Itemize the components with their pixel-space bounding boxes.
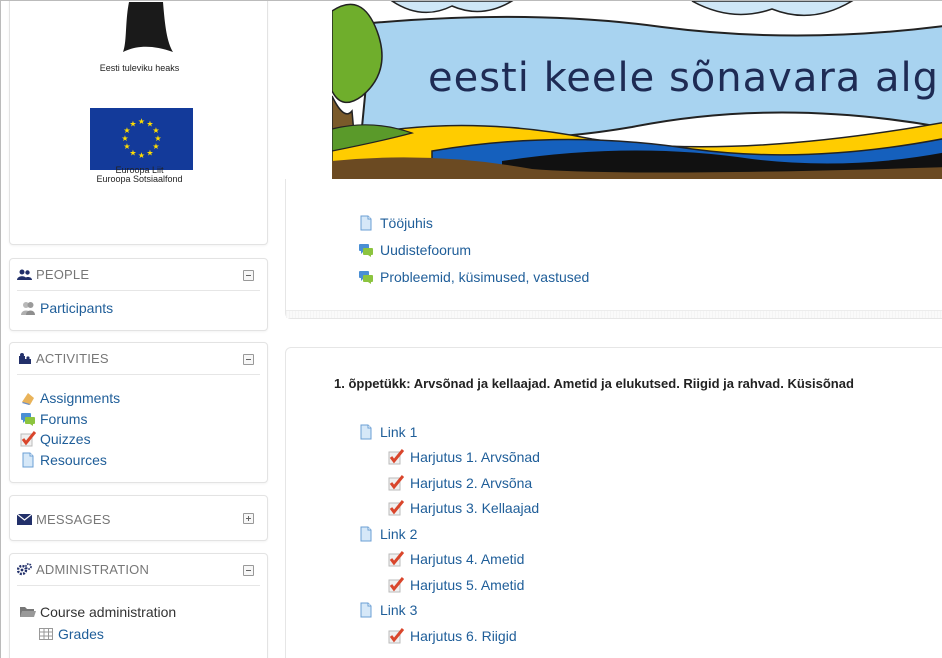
activity-toojuhis[interactable]: Tööjuhis	[358, 209, 589, 236]
svg-text:★: ★	[138, 117, 145, 126]
users-icon	[17, 268, 32, 281]
administration-block-header: ADMINISTRATION	[17, 554, 260, 586]
resource-link[interactable]: Link 2	[358, 521, 540, 547]
svg-text:★: ★	[138, 151, 145, 160]
messages-block: MESSAGES	[9, 495, 268, 541]
svg-text:★: ★	[129, 120, 136, 129]
quiz-icon	[20, 431, 36, 447]
sidebar-item-course-administration[interactable]: Course administration	[20, 600, 259, 624]
estonian-logo	[123, 2, 173, 52]
eu-flag-logo: ★ ★ ★ ★ ★ ★ ★ ★ ★ ★ ★ ★	[90, 108, 193, 170]
sidebar-item-forums[interactable]: Forums	[20, 409, 259, 430]
people-block: PEOPLE Participants	[9, 258, 268, 331]
quiz-link[interactable]: Harjutus 3. Kellaajad	[358, 496, 540, 522]
activity-label: Uudistefoorum	[380, 241, 472, 258]
quiz-icon	[388, 551, 404, 567]
activity-label: Tööjuhis	[380, 214, 433, 231]
sidebar-item-label: Grades	[58, 626, 104, 642]
people-block-header: PEOPLE	[17, 259, 260, 291]
sidebar-item-label: Resources	[40, 451, 107, 468]
sidebar-item-label: Course administration	[40, 604, 177, 620]
activity-label: Link 1	[380, 423, 418, 440]
resource-icon	[358, 215, 374, 231]
sidebar-item-assignments[interactable]: Assignments	[20, 388, 259, 409]
quiz-link[interactable]: Harjutus 2. Arvsõna	[358, 470, 540, 496]
page-frame: Eesti tuleviku heaks ★ ★ ★ ★ ★ ★ ★ ★ ★ ★…	[0, 0, 942, 658]
quiz-icon	[388, 474, 404, 491]
cogs-icon	[17, 563, 32, 576]
forum-icon	[20, 411, 36, 427]
lesson-activity-list: Link 1 Harjutus 1. Arvsõnad Harjutus 2. Ar…	[358, 419, 540, 649]
sponsor-logos-block: Eesti tuleviku heaks ★ ★ ★ ★ ★ ★ ★ ★ ★ ★…	[9, 1, 269, 245]
quiz-link[interactable]: Harjutus 5. Ametid	[358, 572, 540, 598]
eu-logo-caption: Euroopa Liit Euroopa Sotsiaalfond	[10, 166, 269, 184]
collapse-activities-button[interactable]	[243, 354, 254, 365]
sidebar-item-resources[interactable]: Resources	[20, 450, 259, 471]
activity-label: Link 3	[380, 602, 418, 619]
banner-title: eesti keele sõnavara algkursus	[428, 55, 942, 101]
sidebar-item-label: Forums	[40, 410, 88, 427]
messages-block-header: MESSAGES	[17, 496, 260, 542]
sidebar-item-grades[interactable]: Grades	[20, 624, 259, 644]
quiz-link[interactable]: Harjutus 6. Riigid	[358, 623, 540, 649]
sidebar-item-label: Assignments	[40, 390, 121, 407]
assignment-icon	[20, 390, 36, 406]
forum-icon	[358, 269, 374, 285]
resource-icon	[20, 452, 36, 468]
puzzle-icon	[17, 352, 32, 365]
sidebar-item-participants[interactable]: Participants	[20, 297, 259, 318]
activity-uudistefoorum[interactable]: Uudistefoorum	[358, 236, 589, 263]
quiz-icon	[388, 500, 404, 516]
administration-block-title: ADMINISTRATION	[36, 562, 150, 577]
svg-text:★: ★	[146, 149, 153, 158]
section-divider	[286, 310, 942, 318]
quiz-icon	[388, 449, 404, 465]
activity-label: Harjutus 4. Ametid	[410, 551, 525, 568]
resource-link[interactable]: Link 1	[358, 419, 540, 445]
general-section: Tööjuhis Uudistefoorum Probleemid, küsim…	[285, 179, 942, 319]
collapse-administration-button[interactable]	[243, 565, 254, 576]
forum-icon	[358, 242, 374, 258]
activity-label: Harjutus 3. Kellaajad	[410, 500, 540, 517]
collapse-people-button[interactable]	[243, 270, 254, 281]
sidebar-item-quizzes[interactable]: Quizzes	[20, 429, 259, 450]
people-block-title: PEOPLE	[36, 267, 90, 282]
messages-block-title: MESSAGES	[36, 511, 111, 527]
quiz-icon	[388, 627, 404, 644]
quiz-link[interactable]: Harjutus 4. Ametid	[358, 547, 540, 573]
eu-caption-line2: Euroopa Sotsiaalfond	[96, 174, 183, 184]
activity-probleemid[interactable]: Probleemid, küsimused, vastused	[358, 263, 589, 290]
activities-block-title: ACTIVITIES	[36, 351, 109, 366]
folder-icon	[20, 604, 36, 620]
participants-icon	[20, 300, 36, 316]
activity-label: Probleemid, küsimused, vastused	[380, 268, 590, 285]
activities-block-header: ACTIVITIES	[17, 343, 260, 375]
sidebar-item-label: Participants	[40, 299, 114, 316]
section-title: 1. õppetükk: Arvsõnad ja kellaajad. Amet…	[334, 376, 854, 391]
resource-icon	[358, 424, 374, 440]
resource-icon	[358, 602, 374, 618]
activity-label: Link 2	[380, 525, 418, 542]
activity-label: Harjutus 5. Ametid	[410, 576, 525, 593]
lesson-section: 1. õppetükk: Arvsõnad ja kellaajad. Amet…	[285, 347, 942, 658]
resource-icon	[358, 526, 374, 542]
svg-text:★: ★	[123, 142, 130, 151]
svg-text:★: ★	[121, 134, 128, 143]
activities-block: ACTIVITIES Assignments Forums Quizzes Re…	[9, 342, 268, 483]
resource-link[interactable]: Link 3	[358, 598, 540, 624]
grades-icon	[38, 626, 54, 642]
administration-block: ADMINISTRATION Course administration Gra…	[9, 553, 268, 658]
expand-messages-button[interactable]	[243, 513, 254, 524]
activity-label: Harjutus 1. Arvsõnad	[410, 449, 540, 466]
course-banner: eesti keele sõnavara algkursus	[332, 1, 942, 179]
envelope-icon	[17, 513, 32, 526]
quiz-link[interactable]: Harjutus 1. Arvsõnad	[358, 445, 540, 471]
activity-label: Harjutus 6. Riigid	[410, 627, 517, 644]
quiz-icon	[388, 576, 404, 593]
activity-label: Harjutus 2. Arvsõna	[410, 474, 533, 491]
sidebar-item-label: Quizzes	[40, 431, 91, 448]
estonian-logo-caption: Eesti tuleviku heaks	[99, 63, 180, 73]
